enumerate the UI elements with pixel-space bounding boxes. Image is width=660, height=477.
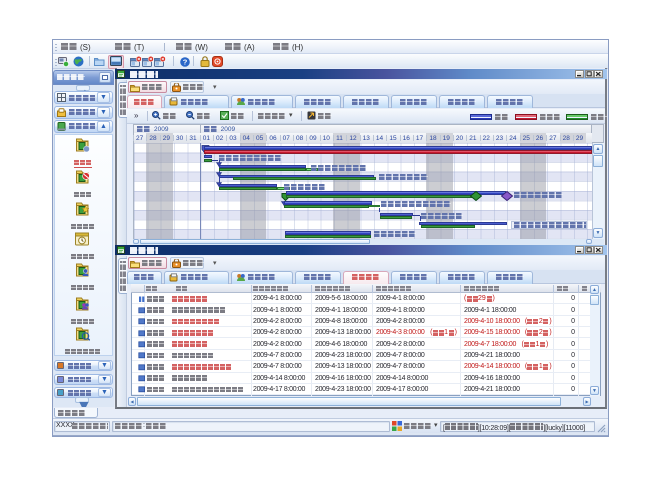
svg-text:?: ?: [183, 58, 188, 67]
